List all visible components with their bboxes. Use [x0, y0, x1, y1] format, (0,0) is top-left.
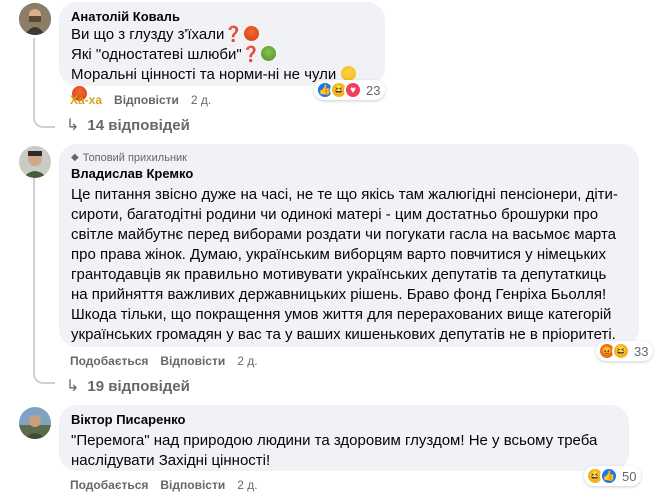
thread-curve — [33, 114, 55, 128]
reply-arrow-icon: ↳ — [66, 378, 80, 395]
timestamp[interactable]: 2 д. — [191, 93, 211, 107]
reaction-count: 33 — [634, 343, 649, 359]
comment-text: Моральні цінності та норми-ні не чули — [71, 66, 337, 83]
like-button[interactable]: Подобається — [70, 354, 148, 368]
reaction-count: 23 — [366, 82, 381, 98]
comment-bubble: Віктор Писаренко "Перемога" над природою… — [59, 405, 629, 471]
reply-button[interactable]: Відповісти — [160, 354, 225, 368]
reaction-summary[interactable]: 😆 👍 50 — [584, 466, 642, 486]
comment-text: Це питання звісно дуже на часі, не те що… — [71, 186, 618, 343]
comment-actions: Подобається Відповісти 2 д. — [70, 354, 258, 368]
comment-text: Які "одностатеві шлюби" — [71, 46, 242, 63]
replies-count: 14 відповідей — [87, 116, 190, 134]
diamond-icon: ◆ — [71, 152, 79, 163]
comment-actions: Ха-ха Відповісти 2 д. — [70, 93, 211, 107]
timestamp[interactable]: 2 д. — [237, 478, 257, 492]
comment-bubble: Анатолій Коваль Ви що з глузду з'їхали❓ … — [59, 2, 385, 101]
comment-author[interactable]: Віктор Писаренко — [71, 412, 617, 428]
replies-count: 19 відповідей — [87, 377, 190, 395]
reply-button[interactable]: Відповісти — [160, 478, 225, 492]
comment-author[interactable]: Владислав Кремко — [71, 166, 627, 182]
thread-line — [33, 38, 35, 118]
reaction-summary[interactable]: 😡 😆 33 — [596, 341, 654, 361]
reply-arrow-icon: ↳ — [66, 117, 80, 134]
timestamp[interactable]: 2 д. — [237, 354, 257, 368]
eye-roll-emoji-icon — [341, 66, 357, 81]
avatar[interactable] — [19, 407, 51, 439]
comment-text: Ви що з глузду з'їхали — [71, 26, 225, 43]
love-icon: ♥ — [344, 81, 362, 99]
nauseated-face-emoji-icon — [261, 46, 277, 61]
comment-line: Які "одностатеві шлюби"❓ — [71, 45, 373, 65]
question-mark-icon: ❓ — [224, 26, 244, 43]
comment-author[interactable]: Анатолій Коваль — [71, 9, 373, 25]
reply-button[interactable]: Відповісти — [114, 93, 179, 107]
badge-label: Топовий прихильник — [82, 152, 187, 164]
view-replies-button[interactable]: ↳ 14 відповідей — [66, 115, 190, 135]
reaction-summary[interactable]: 👍 😆 ♥ 23 — [314, 80, 386, 100]
comment-line: Ви що з глузду з'їхали❓ — [71, 25, 373, 45]
react-button[interactable]: Ха-ха — [70, 93, 102, 107]
like-button[interactable]: Подобається — [70, 478, 148, 492]
angry-face-emoji-icon — [244, 26, 260, 41]
avatar[interactable] — [19, 146, 51, 178]
thread-curve — [33, 370, 55, 384]
thread-line — [33, 178, 35, 374]
question-mark-icon: ❓ — [241, 46, 261, 63]
reaction-count: 50 — [622, 468, 637, 484]
top-fan-badge: ◆ Топовий прихильник — [71, 151, 627, 165]
comment-text: "Перемога" над природою людини та здоров… — [71, 432, 598, 469]
comment-bubble: ◆ Топовий прихильник Владислав Кремко Це… — [59, 144, 639, 347]
view-replies-button[interactable]: ↳ 19 відповідей — [66, 376, 190, 396]
avatar[interactable] — [19, 3, 51, 35]
comment-actions: Подобається Відповісти 2 д. — [70, 478, 258, 492]
haha-icon: 😆 — [612, 342, 630, 360]
like-icon: 👍 — [600, 467, 618, 485]
